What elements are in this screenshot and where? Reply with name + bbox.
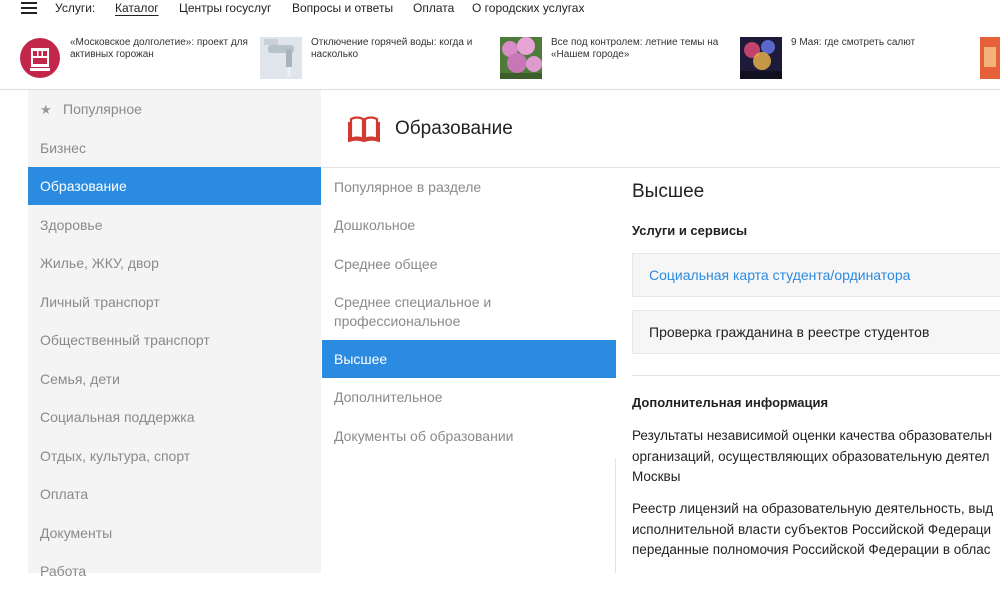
- sidebar-item-work[interactable]: Работа: [28, 552, 321, 590]
- nav-payment[interactable]: Оплата: [413, 1, 454, 15]
- services-label: Услуги:: [55, 1, 96, 15]
- nav-catalog[interactable]: Каталог: [115, 1, 159, 15]
- news-strip: «Московское долголетие»: проект для акти…: [0, 28, 1000, 90]
- column-divider: [615, 458, 616, 573]
- news-text: «Московское долголетие»: проект для акти…: [70, 37, 248, 60]
- news-text: Все под контролем: летние темы на «Нашем…: [551, 37, 719, 60]
- subnav-item-higher[interactable]: Высшее: [322, 340, 616, 378]
- flowers-image: [500, 37, 542, 79]
- fireworks-image: [740, 37, 782, 79]
- sidebar-item-popular[interactable]: ★ Популярное: [28, 90, 321, 128]
- nav-about-services[interactable]: О городских услугах: [472, 1, 584, 15]
- sidebar-item-family[interactable]: Семья, дети: [28, 360, 321, 398]
- news-text: 9 Мая: где смотреть салют: [791, 37, 916, 48]
- top-navigation: Услуги: Каталог Центры госуслуг Вопросы …: [0, 0, 1000, 29]
- star-icon: ★: [40, 102, 52, 117]
- nav-faq[interactable]: Вопросы и ответы: [292, 1, 393, 15]
- news-image: [980, 37, 1000, 79]
- subsection-title: Высшее: [632, 181, 705, 202]
- sidebar-item-health[interactable]: Здоровье: [28, 206, 321, 244]
- news-text: Отключение горячей воды: когда и насколь…: [311, 37, 473, 60]
- nav-service-centers[interactable]: Центры госуслуг: [179, 1, 271, 15]
- sidebar-item-personal-transport[interactable]: Личный транспорт: [28, 283, 321, 321]
- subnav-item-general[interactable]: Среднее общее: [322, 255, 616, 274]
- sidebar-item-education[interactable]: Образование: [28, 167, 321, 205]
- sidebar-item-social-support[interactable]: Социальная поддержка: [28, 398, 321, 436]
- longevity-logo-icon: [19, 37, 61, 79]
- faucet-image: [260, 37, 302, 79]
- menu-icon[interactable]: [21, 2, 37, 15]
- service-link-student-registry[interactable]: Проверка гражданина в реестре студентов: [632, 310, 1000, 354]
- subnav-item-vocational[interactable]: Среднее специальное и профессиональное: [322, 293, 616, 331]
- main-content: Высшее Услуги и сервисы Социальная карта…: [632, 168, 1000, 573]
- sidebar-item-housing[interactable]: Жилье, ЖКУ, двор: [28, 244, 321, 282]
- divider: [632, 375, 1000, 376]
- sidebar-item-public-transport[interactable]: Общественный транспорт: [28, 321, 321, 359]
- info-paragraph[interactable]: Реестр лицензий на образовательную деяте…: [632, 499, 1000, 561]
- section-header: Образование: [322, 90, 1000, 168]
- subcategory-nav: Популярное в разделе Дошкольное Среднее …: [322, 168, 616, 573]
- sidebar-item-payment[interactable]: Оплата: [28, 475, 321, 513]
- services-heading: Услуги и сервисы: [632, 223, 748, 238]
- subnav-item-additional[interactable]: Дополнительное: [322, 388, 616, 407]
- category-sidebar: ★ Популярное Бизнес Образование Здоровье …: [28, 90, 321, 579]
- sidebar-item-leisure[interactable]: Отдых, культура, спорт: [28, 437, 321, 475]
- sidebar-item-label: Популярное: [63, 101, 142, 117]
- subnav-item-preschool[interactable]: Дошкольное: [322, 216, 616, 235]
- info-paragraph[interactable]: Результаты независимой оценки качества о…: [632, 426, 1000, 488]
- book-icon: [347, 114, 381, 143]
- section-title: Образование: [395, 118, 513, 139]
- subnav-item-popular[interactable]: Популярное в разделе: [322, 178, 616, 197]
- service-link-student-card[interactable]: Социальная карта студента/ординатора: [632, 253, 1000, 297]
- sidebar-item-documents[interactable]: Документы: [28, 514, 321, 552]
- info-heading: Дополнительная информация: [632, 395, 829, 410]
- sidebar-item-business[interactable]: Бизнес: [28, 129, 321, 167]
- subnav-item-documents[interactable]: Документы об образовании: [322, 427, 616, 446]
